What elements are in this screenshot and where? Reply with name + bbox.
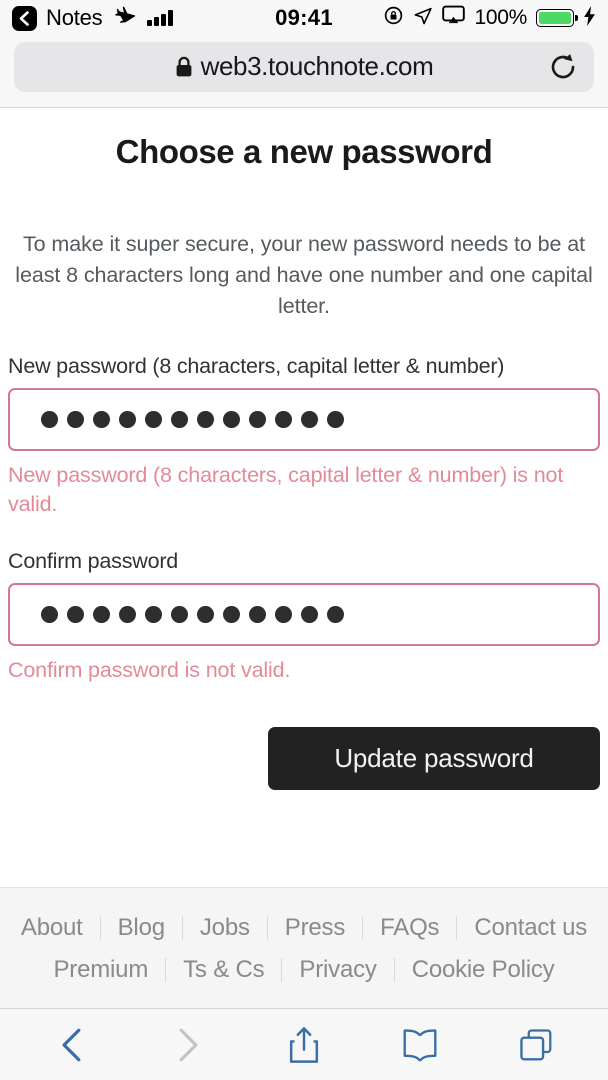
password-dot bbox=[93, 605, 110, 624]
footer-link-jobs[interactable]: Jobs bbox=[183, 914, 267, 942]
new-password-label: New password (8 characters, capital lett… bbox=[8, 354, 505, 378]
forward-button[interactable] bbox=[157, 1017, 219, 1073]
airplay-screen-mirror-icon bbox=[442, 5, 466, 31]
url-text: web3.touchnote.com bbox=[200, 51, 434, 81]
password-dot bbox=[301, 605, 318, 624]
back-to-app-label: Notes bbox=[46, 5, 103, 30]
airplane-mode-icon bbox=[113, 4, 137, 33]
password-dot bbox=[327, 410, 344, 429]
password-dot bbox=[145, 605, 162, 624]
tabs-button[interactable] bbox=[505, 1017, 567, 1073]
footer-link-contact-us[interactable]: Contact us bbox=[457, 914, 604, 942]
password-dot bbox=[171, 410, 188, 429]
password-dot bbox=[275, 605, 292, 624]
share-button[interactable] bbox=[273, 1017, 335, 1073]
password-dot bbox=[119, 410, 136, 429]
password-dot bbox=[119, 605, 136, 624]
confirm-password-masked-value bbox=[41, 605, 344, 624]
password-dot bbox=[41, 605, 58, 624]
intro-text: To make it super secure, your new passwo… bbox=[15, 232, 593, 318]
confirm-password-error: Confirm password is not valid. bbox=[8, 658, 291, 682]
status-bar: Notes 09:41 100% bbox=[0, 0, 608, 36]
footer-links-row-1: About Blog Jobs Press FAQs Contact us bbox=[0, 914, 608, 942]
password-dot bbox=[223, 605, 240, 624]
back-to-app-button[interactable] bbox=[12, 5, 37, 31]
footer-link-press[interactable]: Press bbox=[268, 914, 362, 942]
new-password-input[interactable] bbox=[8, 388, 600, 451]
password-dot bbox=[67, 605, 84, 624]
password-dot bbox=[249, 410, 266, 429]
chevron-left-icon bbox=[19, 10, 29, 26]
status-bar-right: 100% bbox=[383, 5, 596, 31]
update-password-button[interactable]: Update password bbox=[268, 727, 600, 790]
footer-link-ts-cs[interactable]: Ts & Cs bbox=[166, 956, 281, 984]
password-dot bbox=[249, 605, 266, 624]
bookmarks-button[interactable] bbox=[389, 1017, 451, 1073]
password-dot bbox=[223, 410, 240, 429]
new-password-masked-value bbox=[41, 410, 344, 429]
battery-percent-label: 100% bbox=[474, 6, 527, 29]
page-title: Choose a new password bbox=[115, 133, 493, 170]
page-content: Choose a new password To make it super s… bbox=[0, 108, 608, 1008]
password-form: New password (8 characters, capital lett… bbox=[0, 354, 608, 685]
footer-links-row-2: Premium Ts & Cs Privacy Cookie Policy bbox=[0, 956, 608, 984]
submit-row: Update password bbox=[0, 727, 608, 790]
password-dot bbox=[197, 410, 214, 429]
cellular-signal-icon bbox=[147, 10, 173, 26]
footer-link-faqs[interactable]: FAQs bbox=[363, 914, 456, 942]
footer-link-cookie-policy[interactable]: Cookie Policy bbox=[395, 956, 572, 984]
browser-chrome: web3.touchnote.com bbox=[0, 36, 608, 108]
battery-full-icon bbox=[536, 9, 574, 27]
password-dot bbox=[67, 410, 84, 429]
back-button[interactable] bbox=[41, 1017, 103, 1073]
footer-link-privacy[interactable]: Privacy bbox=[282, 956, 393, 984]
site-footer: About Blog Jobs Press FAQs Contact us Premium… bbox=[0, 887, 608, 1008]
password-dot bbox=[327, 605, 344, 624]
address-bar[interactable]: web3.touchnote.com bbox=[14, 41, 594, 92]
footer-link-premium[interactable]: Premium bbox=[37, 956, 166, 984]
password-dot bbox=[41, 410, 58, 429]
password-dot bbox=[171, 605, 188, 624]
password-dot bbox=[93, 410, 110, 429]
new-password-error: New password (8 characters, capital lett… bbox=[8, 463, 564, 516]
password-dot bbox=[301, 410, 318, 429]
password-dot bbox=[145, 410, 162, 429]
lightning-bolt-icon bbox=[583, 5, 596, 31]
password-dot bbox=[275, 410, 292, 429]
location-arrow-icon bbox=[413, 6, 433, 31]
footer-link-about[interactable]: About bbox=[4, 914, 100, 942]
rotation-lock-icon bbox=[383, 5, 404, 31]
password-dot bbox=[197, 605, 214, 624]
reload-icon[interactable] bbox=[548, 52, 578, 82]
confirm-password-input[interactable] bbox=[8, 583, 600, 646]
phone-screen: Notes 09:41 100% web3.touchnote.com Choo… bbox=[0, 0, 608, 1080]
lock-icon bbox=[175, 56, 193, 78]
browser-toolbar bbox=[0, 1008, 608, 1080]
confirm-password-label: Confirm password bbox=[8, 549, 179, 573]
footer-link-blog[interactable]: Blog bbox=[101, 914, 182, 942]
status-bar-left: Notes bbox=[12, 4, 173, 33]
clock: 09:41 bbox=[275, 5, 333, 30]
